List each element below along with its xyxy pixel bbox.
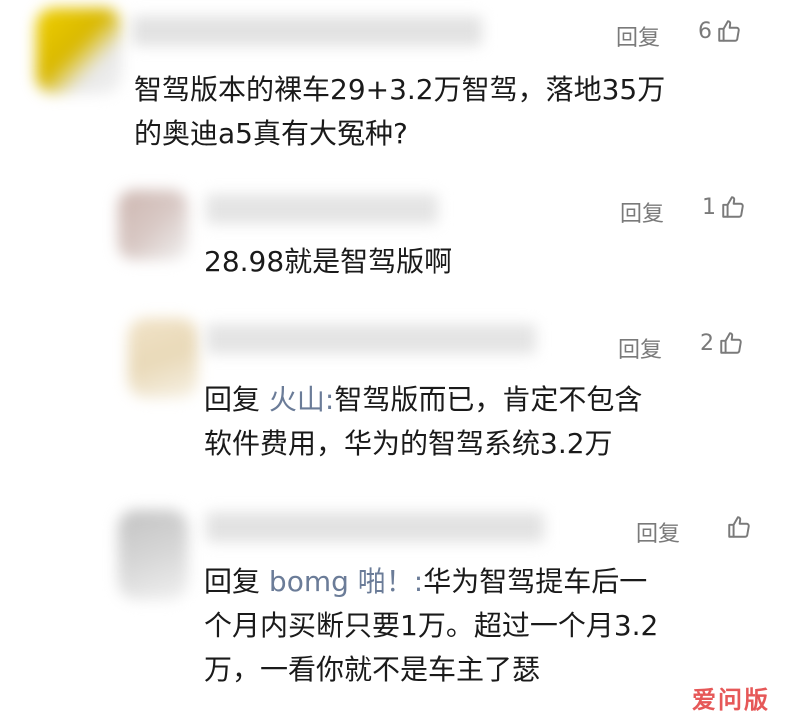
avatar[interactable]: [36, 8, 122, 94]
comment-line: 软件费用，华为的智驾系统3.2万: [204, 427, 613, 460]
reply-to-user[interactable]: 火山:: [269, 383, 334, 416]
like-button[interactable]: 2: [700, 330, 744, 356]
reply-button[interactable]: 回复: [620, 196, 664, 228]
like-button[interactable]: 6: [698, 18, 742, 44]
comment-text: 28.98就是智驾版啊: [204, 240, 452, 284]
reply-prefix: 回复: [204, 383, 261, 416]
username-blurred[interactable]: [206, 512, 544, 542]
like-button[interactable]: [722, 514, 752, 540]
comment-line-text: 华为智驾提车后一: [423, 565, 648, 598]
thumbs-up-icon: [728, 516, 750, 538]
thumbs-up-icon: [718, 20, 740, 42]
comment-line: 的奥迪a5真有大冤种?: [134, 117, 408, 150]
reply-button[interactable]: 回复: [616, 20, 660, 52]
reply-button[interactable]: 回复: [618, 332, 662, 364]
comment-line: 智驾版本的裸车29+3.2万智驾，落地35万: [134, 73, 666, 106]
like-button[interactable]: 1: [702, 194, 746, 220]
username-blurred[interactable]: [206, 324, 536, 354]
thumbs-up-icon: [722, 196, 744, 218]
avatar[interactable]: [118, 510, 188, 600]
reply-prefix: 回复: [204, 565, 261, 598]
thumbs-up-icon: [720, 332, 742, 354]
like-count: 1: [702, 194, 716, 220]
comment-line: 个月内买断只要1万。超过一个月3.2: [204, 609, 659, 642]
comment-line: 回复 火山:智驾版而已，肯定不包含: [204, 378, 642, 422]
username-blurred[interactable]: [206, 194, 438, 224]
watermark: 爱问版: [692, 686, 770, 714]
comment-text: 智驾版本的裸车29+3.2万智驾，落地35万 的奥迪a5真有大冤种?: [134, 68, 665, 156]
avatar[interactable]: [118, 190, 188, 260]
like-count: 6: [698, 18, 712, 44]
like-count: 2: [700, 330, 714, 356]
avatar[interactable]: [128, 318, 198, 398]
reply-button[interactable]: 回复: [636, 516, 680, 548]
reply-to-user[interactable]: bomg 啪！:: [269, 565, 423, 598]
comment-text: 回复 bomg 啪！:华为智驾提车后一 个月内买断只要1万。超过一个月3.2 万…: [204, 560, 658, 692]
comment-text: 回复 火山:智驾版而已，肯定不包含 软件费用，华为的智驾系统3.2万: [204, 378, 642, 466]
comment-line-text: 智驾版而已，肯定不包含: [334, 383, 643, 416]
comment-line: 回复 bomg 啪！:华为智驾提车后一: [204, 560, 658, 604]
username-blurred[interactable]: [132, 16, 482, 46]
comment-line: 万，一看你就不是车主了瑟: [204, 653, 541, 686]
comment-line: 28.98就是智驾版啊: [204, 245, 453, 278]
